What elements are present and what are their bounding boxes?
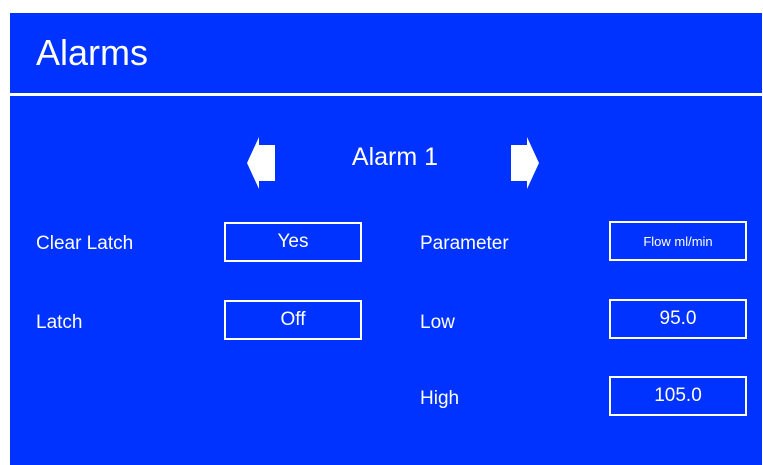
clear-latch-field[interactable]: Yes: [224, 222, 362, 262]
high-field[interactable]: 105.0: [609, 376, 747, 416]
alarm-name: Alarm 1: [351, 143, 439, 171]
low-field[interactable]: 95.0: [609, 299, 747, 339]
previous-alarm-button[interactable]: [247, 137, 275, 189]
arrow-right-icon: [511, 137, 539, 189]
next-alarm-button[interactable]: [511, 137, 539, 189]
latch-label: Latch: [36, 312, 83, 333]
parameter-field[interactable]: Flow ml/min: [609, 221, 747, 261]
arrow-left-icon: [247, 137, 275, 189]
latch-field[interactable]: Off: [224, 300, 362, 340]
page-title: Alarms: [36, 32, 149, 73]
parameter-label: Parameter: [420, 233, 509, 254]
clear-latch-label: Clear Latch: [36, 233, 134, 254]
low-label: Low: [420, 312, 455, 333]
header-bar: Alarms: [10, 13, 762, 93]
high-label: High: [420, 388, 460, 409]
